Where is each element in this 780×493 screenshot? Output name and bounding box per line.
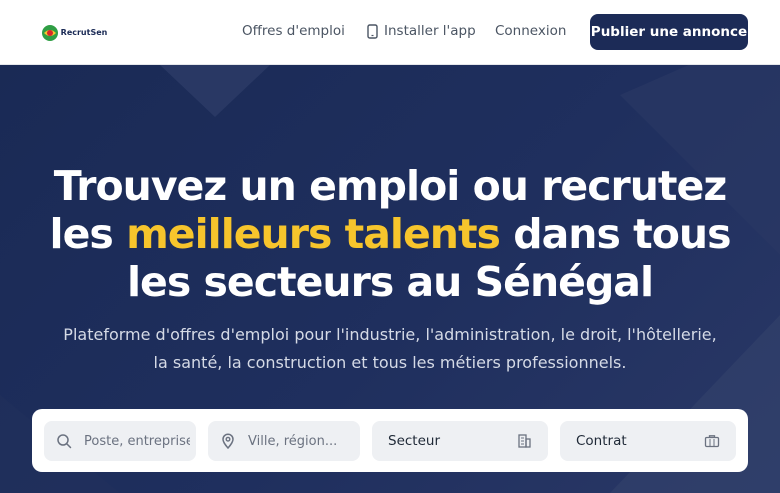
map-pin-icon: [222, 433, 234, 449]
contract-select-label: Contrat: [576, 433, 627, 449]
hero-subtitle-line-2: la santé, la construction et tous les mé…: [153, 353, 627, 372]
globe-logo-icon: [41, 24, 58, 41]
logo-text: RecrutSen: [60, 27, 108, 37]
briefcase-icon: [704, 435, 720, 448]
hero-title-line-2-suffix: dans tous: [499, 210, 731, 258]
hero-title-line-1: Trouvez un emploi ou recrutez: [53, 162, 727, 210]
hero-title: Trouvez un emploi ou recrutez les meille…: [0, 162, 780, 306]
nav-install-label: Installer l'app: [384, 23, 476, 39]
search-icon: [57, 434, 72, 449]
nav-offres-link[interactable]: Offres d'emploi: [242, 23, 345, 39]
hero-title-line-3: les secteurs au Sénégal: [126, 258, 654, 306]
contract-select[interactable]: Contrat: [560, 421, 736, 461]
sector-select-label: Secteur: [388, 433, 441, 449]
location-field[interactable]: [208, 421, 360, 461]
keyword-field[interactable]: [44, 421, 196, 461]
hero-title-line-2-prefix: les: [49, 210, 127, 258]
keyword-input[interactable]: [84, 421, 190, 461]
job-search-bar: Secteur Contrat: [32, 409, 748, 472]
nav-install-link[interactable]: Installer l'app: [367, 23, 476, 39]
sector-select[interactable]: Secteur: [372, 421, 548, 461]
building-icon: [518, 434, 531, 448]
nav-login-link[interactable]: Connexion: [495, 23, 566, 39]
hero-subtitle: Plateforme d'offres d'emploi pour l'indu…: [40, 321, 740, 377]
location-input[interactable]: [248, 421, 354, 461]
hero-title-accent: meilleurs talents: [126, 210, 501, 258]
smartphone-icon: [367, 23, 378, 39]
hero-subtitle-line-1: Plateforme d'offres d'emploi pour l'indu…: [63, 325, 717, 344]
publish-ad-button[interactable]: Publier une annonce: [590, 14, 748, 50]
site-logo[interactable]: RecrutSen: [32, 5, 116, 60]
hero-section: Trouvez un emploi ou recrutez les meille…: [0, 65, 780, 493]
logo-mark: RecrutSen: [41, 24, 108, 42]
site-header: RecrutSen Offres d'emploi Installer l'ap…: [0, 0, 780, 65]
